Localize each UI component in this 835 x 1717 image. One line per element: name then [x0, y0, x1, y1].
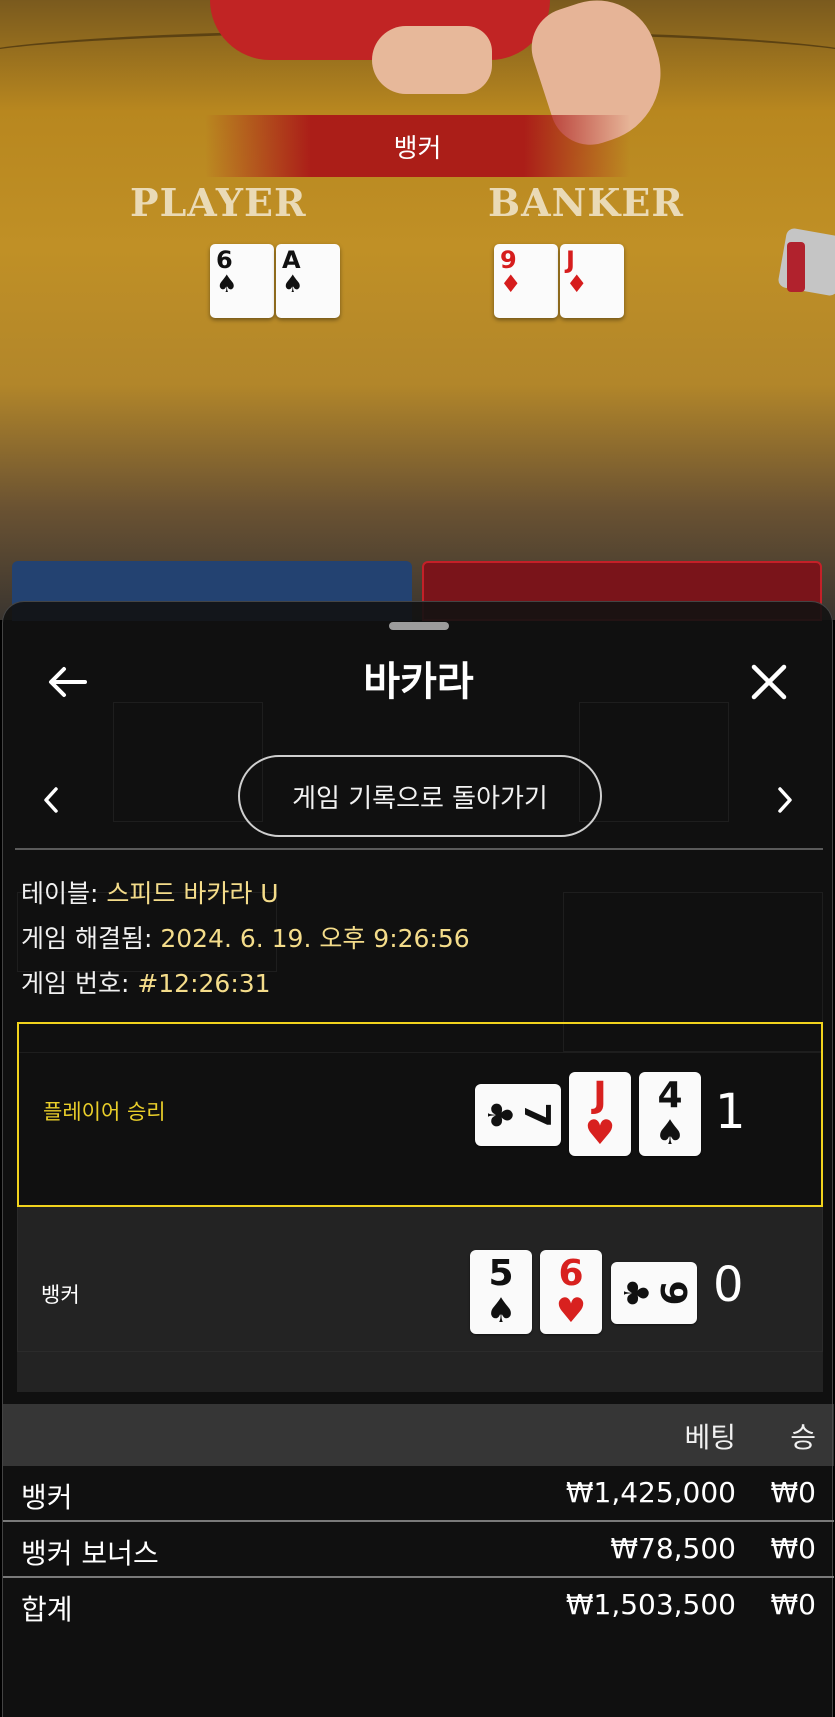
- card-rank: 6: [558, 1253, 584, 1294]
- game-detail-sheet: 바카라 게임 기록으로 돌아가기 테이블: 스피드 바카라 U 게임 해결됨: …: [2, 601, 834, 1717]
- spade-suit-icon: ♠: [485, 1291, 517, 1331]
- resolved-time-value: 2024. 6. 19. 오후 9:26:56: [160, 924, 470, 953]
- bets-table-header: 베팅 승: [3, 1404, 834, 1466]
- card-rank: 9: [651, 1280, 693, 1306]
- divider: [15, 848, 823, 850]
- player-hand-label: 플레이어 승리: [43, 1100, 166, 1124]
- sheet-drag-handle[interactable]: [389, 622, 449, 630]
- banker-card-3: 9 ♣: [611, 1262, 697, 1324]
- table-name-key: 테이블:: [21, 879, 107, 908]
- player-hand-row: 플레이어 승리 7 ♣ J ♥ 4 ♠ 1: [17, 1022, 823, 1207]
- close-icon: [751, 664, 787, 700]
- heart-suit-icon: ♥: [584, 1113, 616, 1153]
- table-banker-label: BANKER: [488, 180, 684, 225]
- live-video-feed: 뱅커 PLAYER BANKER 6 ♠ A ♠ 9 ♦ J ♦: [0, 0, 835, 620]
- bet-total-win: ₩0: [770, 1588, 817, 1621]
- bet-row: 뱅커 보너스 ₩78,500 ₩0: [3, 1522, 834, 1578]
- table-player-label: PLAYER: [130, 180, 307, 225]
- game-number-key: 게임 번호:: [21, 969, 138, 998]
- table-card-banker-1: 9 ♦: [494, 244, 558, 318]
- banker-hand-row: 뱅커 5 ♠ 6 ♥ 9 ♣ 0: [17, 1207, 823, 1392]
- return-to-history-button[interactable]: 게임 기록으로 돌아가기: [238, 755, 602, 837]
- card-rank: J: [593, 1075, 607, 1116]
- banker-hand-score: 0: [713, 1257, 744, 1313]
- banker-card-1: 5 ♠: [470, 1250, 532, 1334]
- bet-amount: ₩1,425,000: [565, 1476, 736, 1509]
- result-banner: 뱅커: [205, 115, 630, 177]
- bet-name: 뱅커: [21, 1481, 73, 1514]
- bet-row: 뱅커 ₩1,425,000 ₩0: [3, 1466, 834, 1522]
- close-button[interactable]: [741, 654, 797, 710]
- chevron-left-icon: [44, 787, 58, 813]
- bg-ghost-cell: [579, 702, 729, 822]
- player-card-2: J ♥: [569, 1072, 631, 1156]
- result-banner-text: 뱅커: [393, 133, 442, 164]
- bet-total-label: 합계: [21, 1593, 73, 1626]
- banker-card-2: 6 ♥: [540, 1250, 602, 1334]
- sheet-title: 바카라: [363, 659, 474, 705]
- resolved-time-key: 게임 해결됨:: [21, 924, 161, 953]
- dealer-hand-left: [372, 26, 492, 94]
- game-number-value: #12:26:31: [137, 969, 271, 998]
- card-rank: 7: [515, 1102, 557, 1128]
- bet-win: ₩0: [770, 1476, 817, 1509]
- banker-hand-label: 뱅커: [41, 1283, 80, 1307]
- table-card-player-2: A ♠: [276, 244, 340, 318]
- card-rank: 5: [488, 1253, 514, 1294]
- resolved-time-line: 게임 해결됨: 2024. 6. 19. 오후 9:26:56: [21, 919, 470, 955]
- table-card-banker-2: J ♦: [560, 244, 624, 318]
- card-rank: 4: [657, 1075, 683, 1116]
- bet-column-header: 베팅: [684, 1421, 736, 1454]
- card-shoe-light: [787, 242, 805, 292]
- bet-total-amount: ₩1,503,500: [565, 1588, 736, 1621]
- bet-win: ₩0: [770, 1532, 817, 1565]
- bet-name: 뱅커 보너스: [21, 1537, 159, 1570]
- player-card-3: 4 ♠: [639, 1072, 701, 1156]
- heart-suit-icon: ♥: [555, 1291, 587, 1331]
- player-card-1: 7 ♣: [475, 1084, 561, 1146]
- table-name-value: 스피드 바카라 U: [106, 879, 279, 908]
- next-game-button[interactable]: [765, 772, 805, 828]
- club-suit-icon: ♣: [614, 1277, 655, 1309]
- game-number-line: 게임 번호: #12:26:31: [21, 964, 271, 1000]
- club-suit-icon: ♣: [478, 1099, 519, 1131]
- card-shoe: [777, 227, 835, 297]
- spade-suit-icon: ♠: [654, 1113, 686, 1153]
- player-hand-score: 1: [715, 1084, 746, 1140]
- table-name-line: 테이블: 스피드 바카라 U: [21, 874, 279, 910]
- previous-game-button[interactable]: [31, 772, 71, 828]
- bet-total-row: 합계 ₩1,503,500 ₩0: [3, 1578, 834, 1634]
- chevron-right-icon: [778, 787, 792, 813]
- table-card-player-1: 6 ♠: [210, 244, 274, 318]
- win-column-header: 승: [790, 1421, 816, 1454]
- bet-amount: ₩78,500: [610, 1532, 736, 1565]
